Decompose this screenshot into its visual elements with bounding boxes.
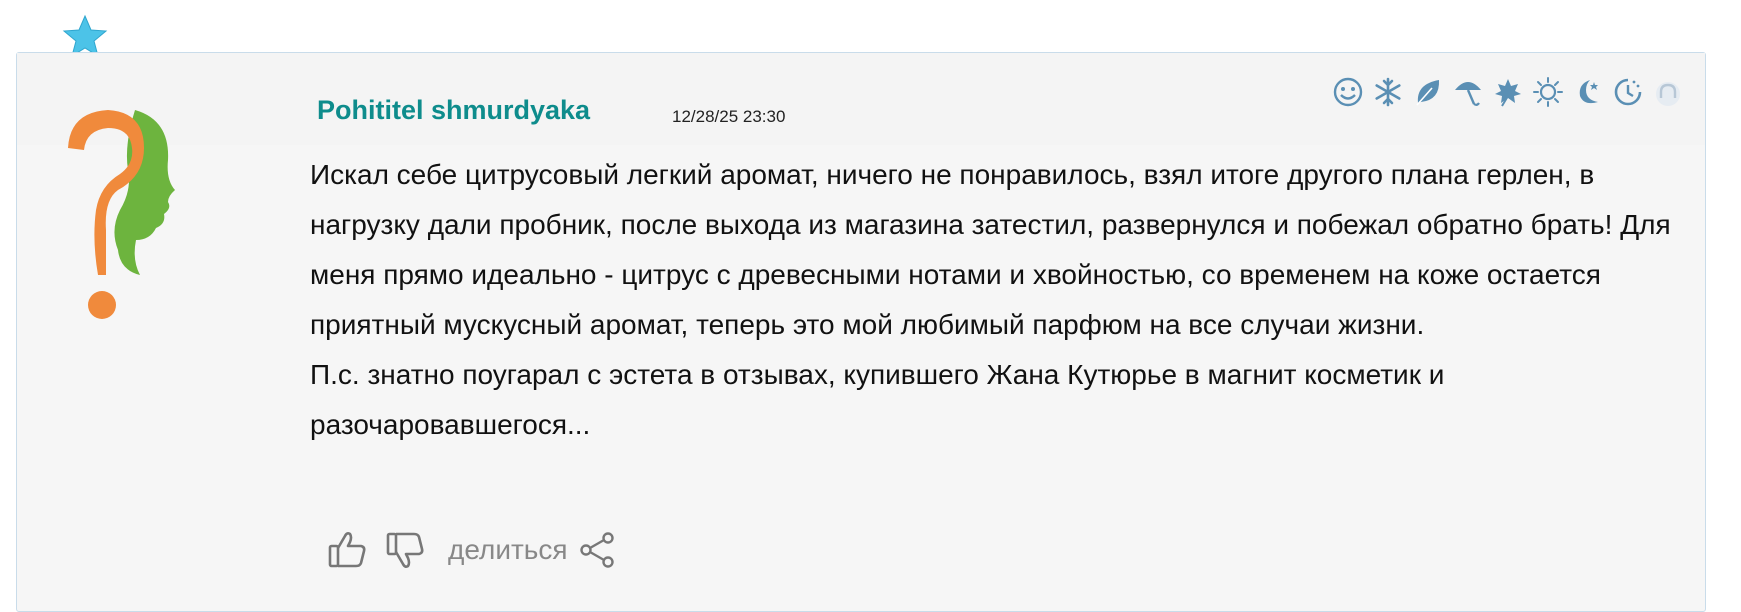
moon-stars-icon — [1570, 74, 1606, 110]
snowflake-icon — [1370, 74, 1406, 110]
dislike-button[interactable] — [384, 528, 428, 572]
review-text: Искал себе цитрусовый легкий аромат, нич… — [310, 150, 1690, 450]
maple-leaf-icon — [1490, 74, 1526, 110]
author-name[interactable]: Pohititel shmurdyaka — [317, 95, 590, 126]
umbrella-icon — [1450, 74, 1486, 110]
headphones-icon — [1650, 74, 1686, 110]
smile-icon — [1330, 74, 1366, 110]
sun-icon — [1530, 74, 1566, 110]
thumbs-down-icon — [386, 532, 424, 568]
clock-icon — [1610, 74, 1646, 110]
review-timestamp: 12/28/25 23:30 — [672, 107, 786, 126]
share-label: делиться — [448, 534, 568, 565]
share-icon — [578, 530, 618, 570]
avatar[interactable] — [40, 90, 180, 350]
review-paragraph: П.с. знатно поугарал с эстета в отзывах,… — [310, 359, 1445, 440]
share-button[interactable]: делиться — [442, 530, 618, 570]
season-icons — [1330, 72, 1686, 112]
thumbs-up-icon — [328, 532, 366, 568]
review-actions: делиться — [326, 525, 618, 575]
like-button[interactable] — [326, 528, 370, 572]
leaf-icon — [1410, 74, 1446, 110]
review-paragraph: Искал себе цитрусовый легкий аромат, нич… — [310, 159, 1671, 340]
